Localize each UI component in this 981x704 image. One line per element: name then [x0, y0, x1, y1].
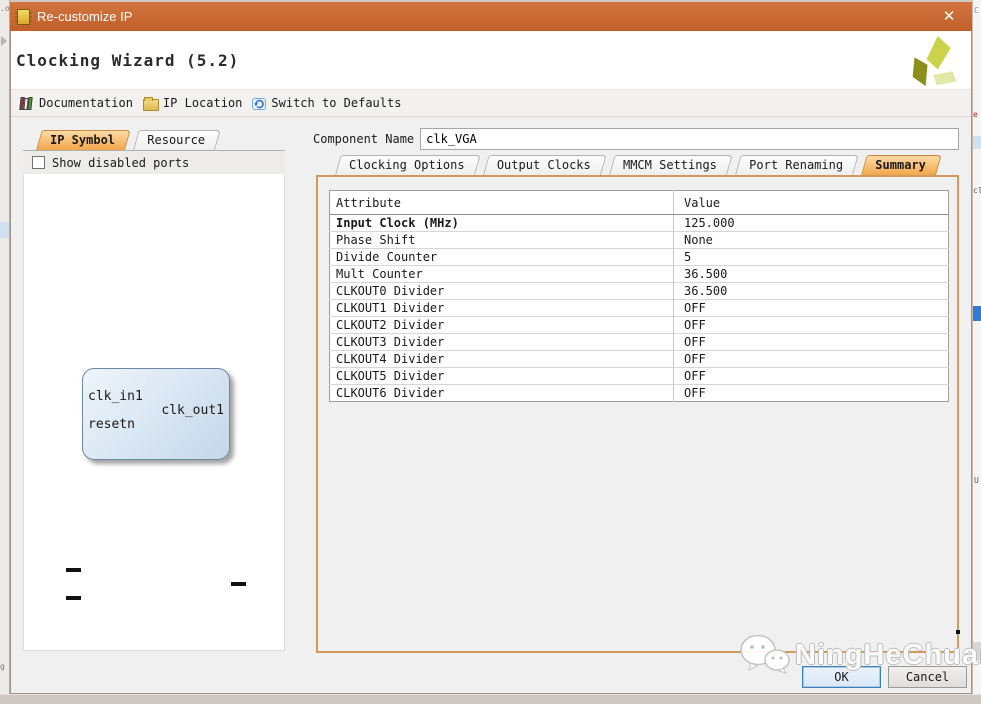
background-window-left-sliver: .o g [0, 0, 10, 694]
table-row[interactable]: CLKOUT2 DividerOFF [330, 317, 949, 334]
component-name-input[interactable] [420, 128, 959, 150]
ok-button[interactable]: OK [802, 666, 881, 688]
ip-location-button[interactable]: IP Location [141, 94, 244, 113]
switch-to-defaults-label: Switch to Defaults [271, 96, 401, 110]
port-resetn: resetn [88, 417, 135, 432]
table-row[interactable]: Mult Counter36.500 [330, 266, 949, 283]
show-disabled-ports-label: Show disabled ports [52, 156, 189, 170]
table-row[interactable]: Phase ShiftNone [330, 232, 949, 249]
switch-to-defaults-button[interactable]: Switch to Defaults [250, 94, 403, 113]
wizard-header: Clocking Wizard (5.2) [11, 31, 971, 89]
table-header-row: Attribute Value [330, 191, 949, 215]
bg-text-fragment: e [973, 110, 978, 119]
tab-port-renaming[interactable]: Port Renaming [735, 155, 853, 175]
tab-ip-symbol[interactable]: IP Symbol [36, 130, 125, 150]
background-bottom-strip [0, 694, 981, 704]
books-icon [20, 96, 35, 110]
table-row[interactable]: CLKOUT0 Divider36.500 [330, 283, 949, 300]
bg-highlight-fragment [973, 136, 981, 149]
documentation-label: Documentation [39, 96, 133, 110]
folder-icon [143, 99, 159, 111]
tab-clocking-options[interactable]: Clocking Options [335, 155, 475, 175]
bg-highlight-fragment [0, 222, 9, 238]
play-arrow-icon [1, 36, 7, 46]
column-header-attribute[interactable]: Attribute [330, 191, 674, 215]
port-clk-in1: clk_in1 [88, 389, 143, 404]
tab-resource[interactable]: Resource [133, 130, 215, 150]
cursor-dot [956, 630, 960, 634]
bg-text-fragment: g [0, 662, 5, 671]
table-row[interactable]: Divide Counter5 [330, 249, 949, 266]
show-disabled-ports-row: Show disabled ports [23, 150, 285, 174]
table-row[interactable]: CLKOUT1 DividerOFF [330, 300, 949, 317]
tab-mmcm-settings[interactable]: MMCM Settings [609, 155, 727, 175]
cancel-button[interactable]: Cancel [888, 666, 967, 688]
table-row[interactable]: CLKOUT6 DividerOFF [330, 385, 949, 402]
port-stub-clk-out1 [231, 582, 246, 586]
table-row[interactable]: CLKOUT4 DividerOFF [330, 351, 949, 368]
bg-block-fragment [973, 642, 981, 660]
bg-text-fragment: cl [973, 186, 981, 195]
component-name-label: Component Name [313, 132, 414, 146]
summary-panel: Attribute Value Input Clock (MHz)125.000… [316, 175, 959, 653]
recustomize-ip-dialog: Re-customize IP ✕ Clocking Wizard (5.2) … [10, 2, 972, 694]
tab-output-clocks[interactable]: Output Clocks [483, 155, 601, 175]
show-disabled-ports-checkbox[interactable] [32, 156, 45, 169]
table-row[interactable]: CLKOUT5 DividerOFF [330, 368, 949, 385]
left-tab-bar: IP Symbol Resource [23, 130, 285, 150]
ip-symbol-canvas: clk_in1 resetn clk_out1 [23, 174, 285, 651]
table-row[interactable]: Input Clock (MHz)125.000 [330, 215, 949, 232]
screen: .o g C e cl U Re-customize IP ✕ Clocking… [0, 0, 981, 704]
port-clk-out1: clk_out1 [161, 403, 224, 418]
ip-location-label: IP Location [163, 96, 242, 110]
bg-text-fragment: .o [0, 4, 10, 13]
close-icon[interactable]: ✕ [939, 7, 959, 27]
summary-table: Attribute Value Input Clock (MHz)125.000… [329, 190, 949, 402]
bg-text-fragment: C [974, 6, 979, 15]
right-panel: Component Name Clocking Options Output C… [313, 117, 959, 662]
dialog-title: Re-customize IP [37, 9, 132, 24]
bg-selected-row-fragment [973, 306, 981, 321]
port-stub-clk-in1 [66, 568, 81, 572]
component-name-row: Component Name [313, 128, 959, 150]
ip-chip-icon [17, 9, 30, 25]
bg-text-fragment: U [974, 476, 979, 485]
table-row[interactable]: CLKOUT3 DividerOFF [330, 334, 949, 351]
column-header-value[interactable]: Value [674, 191, 949, 215]
toolbar: Documentation IP Location Switch to Defa… [11, 89, 971, 117]
refresh-icon [252, 96, 267, 111]
wizard-title: Clocking Wizard (5.2) [16, 51, 239, 70]
port-stub-resetn [66, 596, 81, 600]
left-panel: IP Symbol Resource Show disabled ports c… [23, 130, 285, 651]
dialog-footer: OK Cancel [11, 661, 971, 693]
tab-summary[interactable]: Summary [861, 155, 936, 175]
ip-symbol-block: clk_in1 resetn clk_out1 [82, 368, 230, 460]
documentation-button[interactable]: Documentation [18, 94, 135, 112]
dialog-titlebar[interactable]: Re-customize IP ✕ [10, 2, 972, 31]
background-window-right-sliver: C e cl U [972, 0, 981, 704]
settings-tab-bar: Clocking Options Output Clocks MMCM Sett… [335, 155, 937, 175]
dialog-main: IP Symbol Resource Show disabled ports c… [11, 117, 971, 662]
xilinx-logo-icon [911, 36, 957, 88]
